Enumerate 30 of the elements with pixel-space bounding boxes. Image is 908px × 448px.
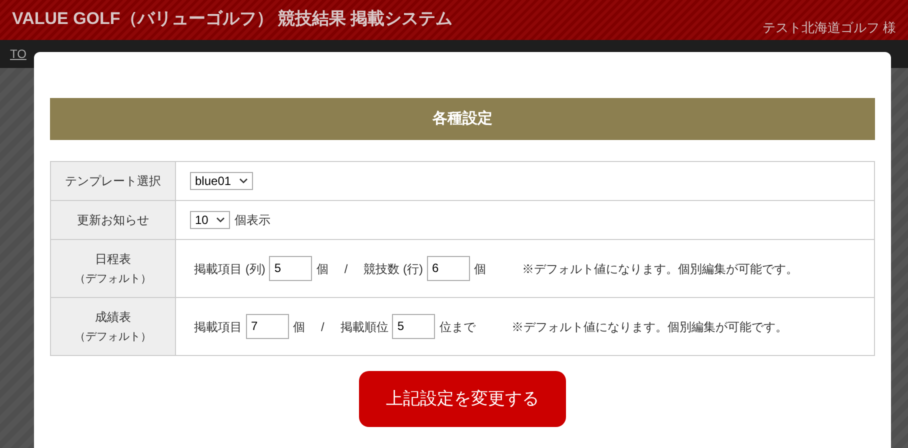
input-field[interactable]: 5 (269, 256, 312, 281)
separator-text: / (344, 260, 348, 278)
input-field[interactable]: 7 (246, 314, 289, 339)
input-field[interactable]: 5 (392, 314, 436, 339)
input-field[interactable]: 6 (427, 256, 470, 281)
field-label: 個 (293, 318, 305, 336)
user-name: テスト北海道ゴルフ 様 (762, 19, 896, 37)
field-label: 競技数 (行) (364, 260, 423, 278)
field-label: 掲載項目 (列) (194, 260, 266, 278)
field-label: 位まで (439, 318, 476, 336)
row-label: 更新お知らせ (50, 200, 176, 240)
field-label: 掲載順位 (340, 318, 388, 336)
field-label: 個 (316, 260, 328, 278)
top-link[interactable]: TO (10, 45, 26, 63)
field-label: 個 (474, 260, 486, 278)
chevron-down-icon (216, 217, 226, 223)
dropdown[interactable]: blue01 (190, 172, 254, 190)
note-text: ※デフォルト値になります。個別編集が可能です。 (511, 318, 788, 336)
submit-button[interactable]: 上記設定を変更する (359, 371, 566, 427)
modal-title: 各種設定 (50, 98, 875, 140)
row-label: 成績表 （デフォルト） (50, 298, 176, 356)
app-title: VALUE GOLF（バリューゴルフ） 競技結果 掲載システム (12, 8, 453, 30)
field-label: 個表示 (234, 212, 270, 229)
dropdown[interactable]: 10 (190, 211, 230, 229)
row-label: テンプレート選択 (50, 162, 176, 200)
separator-text: / (321, 318, 324, 336)
row-label: 日程表 （デフォルト） (50, 240, 176, 298)
note-text: ※デフォルト値になります。個別編集が可能です。 (522, 260, 798, 278)
field-label: 掲載項目 (194, 318, 242, 336)
chevron-down-icon (239, 178, 248, 184)
